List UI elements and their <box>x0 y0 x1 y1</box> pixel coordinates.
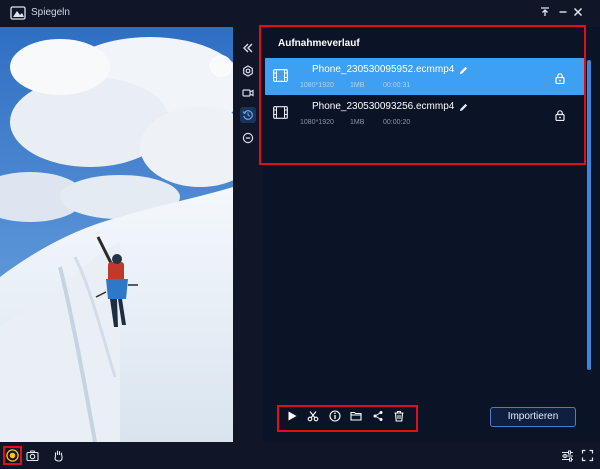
hand-icon[interactable] <box>51 448 66 463</box>
highlight-record-toggle <box>3 446 22 465</box>
fullscreen-icon[interactable] <box>580 448 595 463</box>
highlight-action-tools <box>277 405 418 432</box>
video-camera-icon[interactable] <box>240 85 256 101</box>
app-window: Spiegeln Aufnahmeverlauf Phone_230530095… <box>0 0 600 469</box>
history-scrollbar[interactable] <box>587 60 591 370</box>
highlight-history-list <box>259 25 586 165</box>
pin-icon[interactable] <box>538 5 552 19</box>
title-bar: Spiegeln <box>0 0 600 27</box>
gear-icon[interactable] <box>240 63 256 79</box>
preview-handle[interactable] <box>210 55 232 77</box>
minus-circle-icon[interactable] <box>240 130 256 146</box>
window-title: Spiegeln <box>31 7 70 18</box>
minimize-icon[interactable] <box>556 5 570 19</box>
import-button[interactable]: Importieren <box>490 407 576 427</box>
close-icon[interactable] <box>571 5 585 19</box>
double-chevron-left-icon[interactable] <box>240 40 256 56</box>
bottom-bar <box>0 442 600 469</box>
mirror-app-logo-icon <box>10 6 26 20</box>
mirror-preview-image <box>0 27 233 442</box>
settings-sliders-icon[interactable] <box>560 448 575 463</box>
history-icon[interactable] <box>240 107 256 123</box>
camera-icon[interactable] <box>25 448 40 463</box>
